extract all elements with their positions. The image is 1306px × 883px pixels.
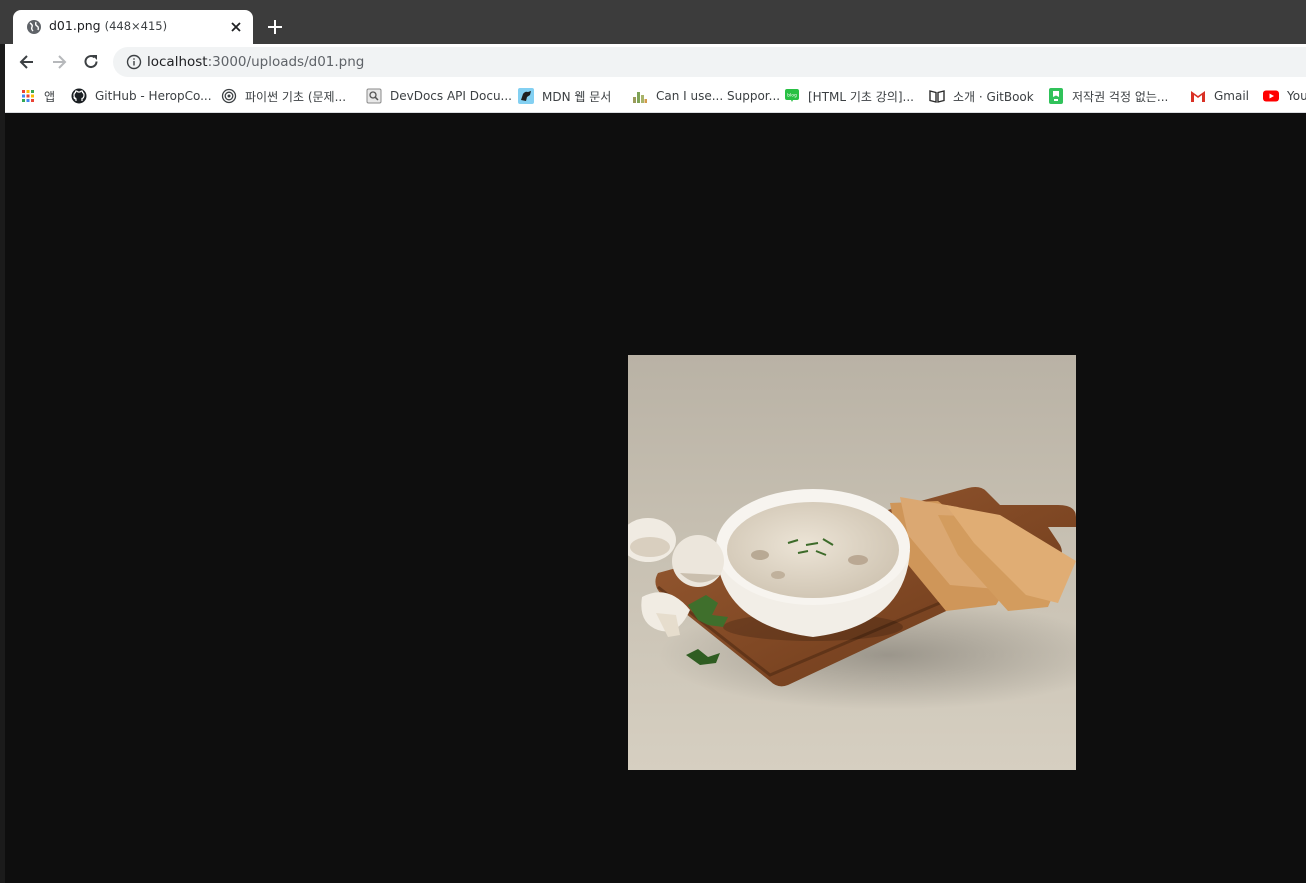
bookmark-label: 소개 · GitBook (953, 89, 1034, 104)
tab-title: d01.png (448×415) (49, 18, 167, 33)
close-icon[interactable] (227, 18, 245, 36)
bookmark-label: [HTML 기초 강의]... (808, 89, 914, 104)
tab-filename: d01.png (49, 18, 101, 33)
github-icon (71, 88, 87, 104)
back-icon[interactable] (17, 52, 37, 72)
info-icon[interactable] (126, 54, 142, 70)
bowl (716, 489, 910, 641)
bookmark-label: Can I use... Suppor... (656, 89, 781, 103)
bookmark-label: 앱 (44, 89, 56, 104)
address-bar[interactable]: localhost:3000/uploads/d01.png (113, 47, 1306, 77)
reload-icon[interactable] (81, 52, 101, 72)
apps-grid-icon (22, 90, 34, 102)
bookmark-label: DevDocs API Docu... (390, 89, 512, 103)
tab-dimensions: (448×415) (104, 19, 168, 33)
forward-icon[interactable] (49, 52, 69, 72)
mdn-icon (518, 88, 534, 104)
toolbar: localhost:3000/uploads/d01.png (5, 44, 1306, 80)
blog-icon: blog (785, 89, 799, 102)
caniuse-icon (633, 92, 647, 103)
bookmark-label: GitHub - HeropCo... (95, 89, 212, 103)
bookmark-copyright[interactable]: 저작권 걱정 없는... (1048, 86, 1168, 106)
globe-icon (27, 20, 41, 34)
bookmark-caniuse[interactable]: Can I use... Suppor... (632, 86, 780, 106)
svg-text:blog: blog (787, 93, 797, 99)
bookmark-mdn[interactable]: MDN 웹 문서 (518, 86, 611, 106)
url-host: localhost (147, 54, 208, 70)
url-text[interactable]: localhost:3000/uploads/d01.png (147, 54, 364, 70)
tab-active[interactable]: d01.png (448×415) (13, 10, 253, 44)
bookmark-label: 파이썬 기초 (문제... (245, 89, 347, 104)
bookmark-gmail[interactable]: Gmail (1190, 86, 1249, 106)
bookmark-python[interactable]: 파이썬 기초 (문제... (221, 86, 346, 106)
image-viewer (5, 113, 1306, 883)
new-tab-icon[interactable] (264, 16, 286, 38)
soup-photo (628, 355, 1076, 770)
gitbook-icon (929, 90, 945, 103)
bookmark-youtube[interactable]: You (1263, 86, 1306, 106)
bookmarks-bar: 앱 GitHub - HeropCo... 파이썬 기초 (문제... DevD… (5, 80, 1306, 113)
bookmark-label: 저작권 걱정 없는... (1072, 89, 1169, 104)
target-icon (221, 88, 237, 104)
bookmark-label: You (1287, 89, 1306, 103)
browser-window: d01.png (448×415) localhost:3000/uploads… (0, 0, 1306, 883)
gmail-icon (1191, 91, 1205, 102)
devdocs-icon (366, 88, 382, 104)
bookmark-html-blog[interactable]: blog [HTML 기초 강의]... (784, 86, 914, 106)
bookmark-label: Gmail (1214, 89, 1250, 103)
bookmark-label: MDN 웹 문서 (542, 89, 612, 104)
bookmark-green-icon (1049, 88, 1063, 104)
bookmark-gitbook[interactable]: 소개 · GitBook (929, 86, 1034, 106)
url-path: :3000/uploads/d01.png (207, 54, 365, 70)
bookmark-github[interactable]: GitHub - HeropCo... (71, 86, 212, 106)
tab-strip: d01.png (448×415) (0, 0, 1306, 44)
bookmark-apps[interactable]: 앱 (20, 86, 55, 106)
bookmark-devdocs[interactable]: DevDocs API Docu... (366, 86, 512, 106)
youtube-icon (1263, 90, 1279, 102)
soup-image[interactable] (628, 355, 1076, 770)
